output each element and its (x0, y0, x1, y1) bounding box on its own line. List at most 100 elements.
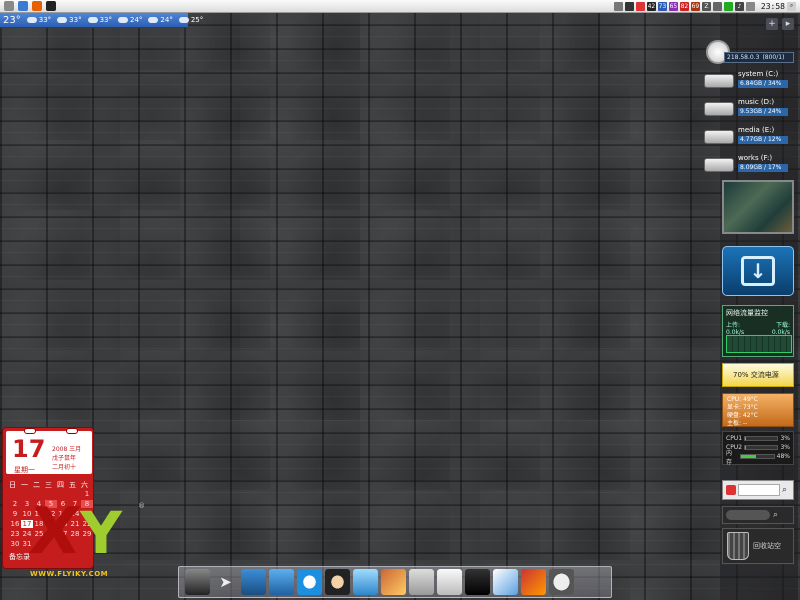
slideshow-thumbnail[interactable] (722, 180, 794, 234)
usb-tray-icon[interactable] (712, 1, 722, 11)
ring-decoration (24, 428, 36, 434)
drive-d[interactable]: music (D:) 9.53GB / 24% (704, 98, 796, 120)
paper-plane-icon[interactable]: ➤ (213, 569, 238, 595)
qq-tray-icon[interactable] (624, 1, 634, 11)
ipod-icon[interactable] (437, 569, 462, 595)
hard-drive-icon (704, 130, 734, 144)
memory-bar (740, 455, 757, 458)
search-icon[interactable]: ⌕ (773, 510, 778, 520)
media-icon[interactable] (521, 569, 546, 595)
recycle-bin[interactable]: 回收站空 (722, 528, 794, 564)
download-label: 下载: (775, 322, 790, 329)
calendar-date[interactable]: 2 (9, 500, 21, 508)
security-tray-icon[interactable] (723, 1, 733, 11)
ring-decoration (66, 428, 78, 434)
skull-icon[interactable] (549, 569, 574, 595)
monitor-icon[interactable] (353, 569, 378, 595)
temperature-monitor[interactable]: CPU: 49°C 显卡: 73°C 硬盘: 42°C 主板: -- (722, 393, 794, 427)
ip-address: 218.58.0.3 (727, 54, 760, 61)
apple-icon[interactable] (4, 1, 14, 11)
trash-icon (727, 532, 749, 560)
search-input[interactable] (738, 484, 780, 496)
laptop-icon[interactable] (185, 569, 210, 595)
tray-num-2[interactable]: 73 (657, 1, 667, 11)
download-icon: ↓ (741, 256, 775, 286)
network-monitor[interactable]: 网络流量监控 上传: 下载: 0.0k/s 0.0k/s (722, 305, 794, 357)
shield-tray-icon[interactable] (635, 1, 645, 11)
cpu-meter[interactable]: CPU1 3% CPU2 3% 内存 48% (722, 431, 794, 466)
temp-line: 硬盘: 42°C (727, 412, 758, 419)
doraemon-icon[interactable] (297, 569, 322, 595)
calendar-date[interactable]: 23 (9, 530, 21, 538)
upload-label: 上传: (726, 322, 741, 329)
cloud-icon (87, 17, 98, 23)
tray-num-4[interactable]: 82 (679, 1, 689, 11)
drive-name: system (C:) (738, 70, 779, 78)
dolphin-icon[interactable] (241, 569, 266, 595)
clock[interactable]: 23:58 (761, 2, 785, 11)
astro-boy-icon[interactable] (325, 569, 350, 595)
bird-icon[interactable] (269, 569, 294, 595)
drive-info: 6.84GB / 34% (738, 80, 788, 88)
weather-widget[interactable]: 23° 33° 33° 33° 24° 24° 25° (0, 13, 203, 28)
hard-drive-icon (704, 74, 734, 88)
tray-num-5[interactable]: 69 (690, 1, 700, 11)
tray-num-1[interactable]: 42 (646, 1, 656, 11)
logo-registered-mark: ® (138, 502, 145, 510)
z-tray-icon[interactable]: Z (701, 1, 711, 11)
browser-icon[interactable] (18, 1, 28, 11)
memory-value: 48% (776, 453, 790, 460)
sync-tray-icon[interactable] (745, 1, 755, 11)
cpu2-value: 3% (780, 444, 790, 451)
weekday-label: 日 (9, 481, 16, 489)
ip-note: (800/1) (762, 54, 785, 61)
download-gadget[interactable]: ↓ (722, 246, 794, 296)
qq-icon[interactable] (46, 1, 56, 11)
drive-info: 8.09GB / 17% (738, 164, 788, 172)
sidebar-menu-button[interactable]: ▸ (782, 18, 794, 30)
dashboard-icon[interactable] (465, 569, 490, 595)
logo-x-mark: X (26, 495, 84, 569)
network-icon[interactable] (409, 569, 434, 595)
volume-icon[interactable]: ♪ (734, 1, 744, 11)
feather-icon[interactable] (493, 569, 518, 595)
weekday-label: 六 (81, 481, 88, 489)
drive-info: 4.77GB / 12% (738, 136, 788, 144)
second-search-gadget: ⌕ (722, 506, 794, 524)
calendar-day: 17 (12, 435, 46, 463)
cloud-icon (26, 17, 37, 23)
tray-num-3[interactable]: 65 (668, 1, 678, 11)
calendar-date[interactable]: 1 (81, 490, 93, 498)
calendar-date[interactable]: 9 (9, 510, 21, 518)
drive-c[interactable]: system (C:) 6.84GB / 34% (704, 70, 796, 92)
calendar-weekday-header: 日 一 二 三 四 五 六 (9, 480, 93, 490)
dock: ➤ (178, 566, 612, 598)
drive-name: music (D:) (738, 98, 775, 106)
calendar-date[interactable]: 16 (9, 520, 21, 528)
temp-line: 主板: -- (727, 420, 748, 427)
forecast-temp: 33° (38, 16, 52, 24)
network-monitor-title: 网络流量监控 (726, 309, 768, 317)
weekday-label: 四 (57, 481, 64, 489)
forecast-temp: 25° (190, 16, 204, 24)
weekday-label: 五 (69, 481, 76, 489)
network-tray-icon[interactable] (613, 1, 623, 11)
add-gadget-button[interactable]: + (766, 18, 778, 30)
search-engine-icon[interactable] (726, 485, 736, 495)
search-field[interactable] (726, 510, 770, 520)
forecast-temp: 33° (69, 16, 82, 24)
drive-f[interactable]: works (F:) 8.09GB / 17% (704, 154, 796, 176)
hard-drive-icon (704, 102, 734, 116)
photos-icon[interactable] (381, 569, 406, 595)
calendar-date (21, 490, 33, 498)
forecast-temp: 24° (160, 16, 173, 24)
drive-e[interactable]: media (E:) 4.77GB / 12% (704, 126, 796, 148)
calendar-date[interactable]: 30 (9, 540, 21, 548)
search-icon[interactable]: ⌕ (782, 485, 787, 495)
weekday-label: 二 (33, 481, 40, 489)
cpu1-label: CPU1 (726, 435, 743, 442)
cpu1-bar (745, 437, 746, 440)
temp-line: 显卡: 73°C (727, 404, 758, 411)
search-icon[interactable]: ⌕ (787, 1, 796, 11)
firefox-icon[interactable] (32, 1, 42, 11)
